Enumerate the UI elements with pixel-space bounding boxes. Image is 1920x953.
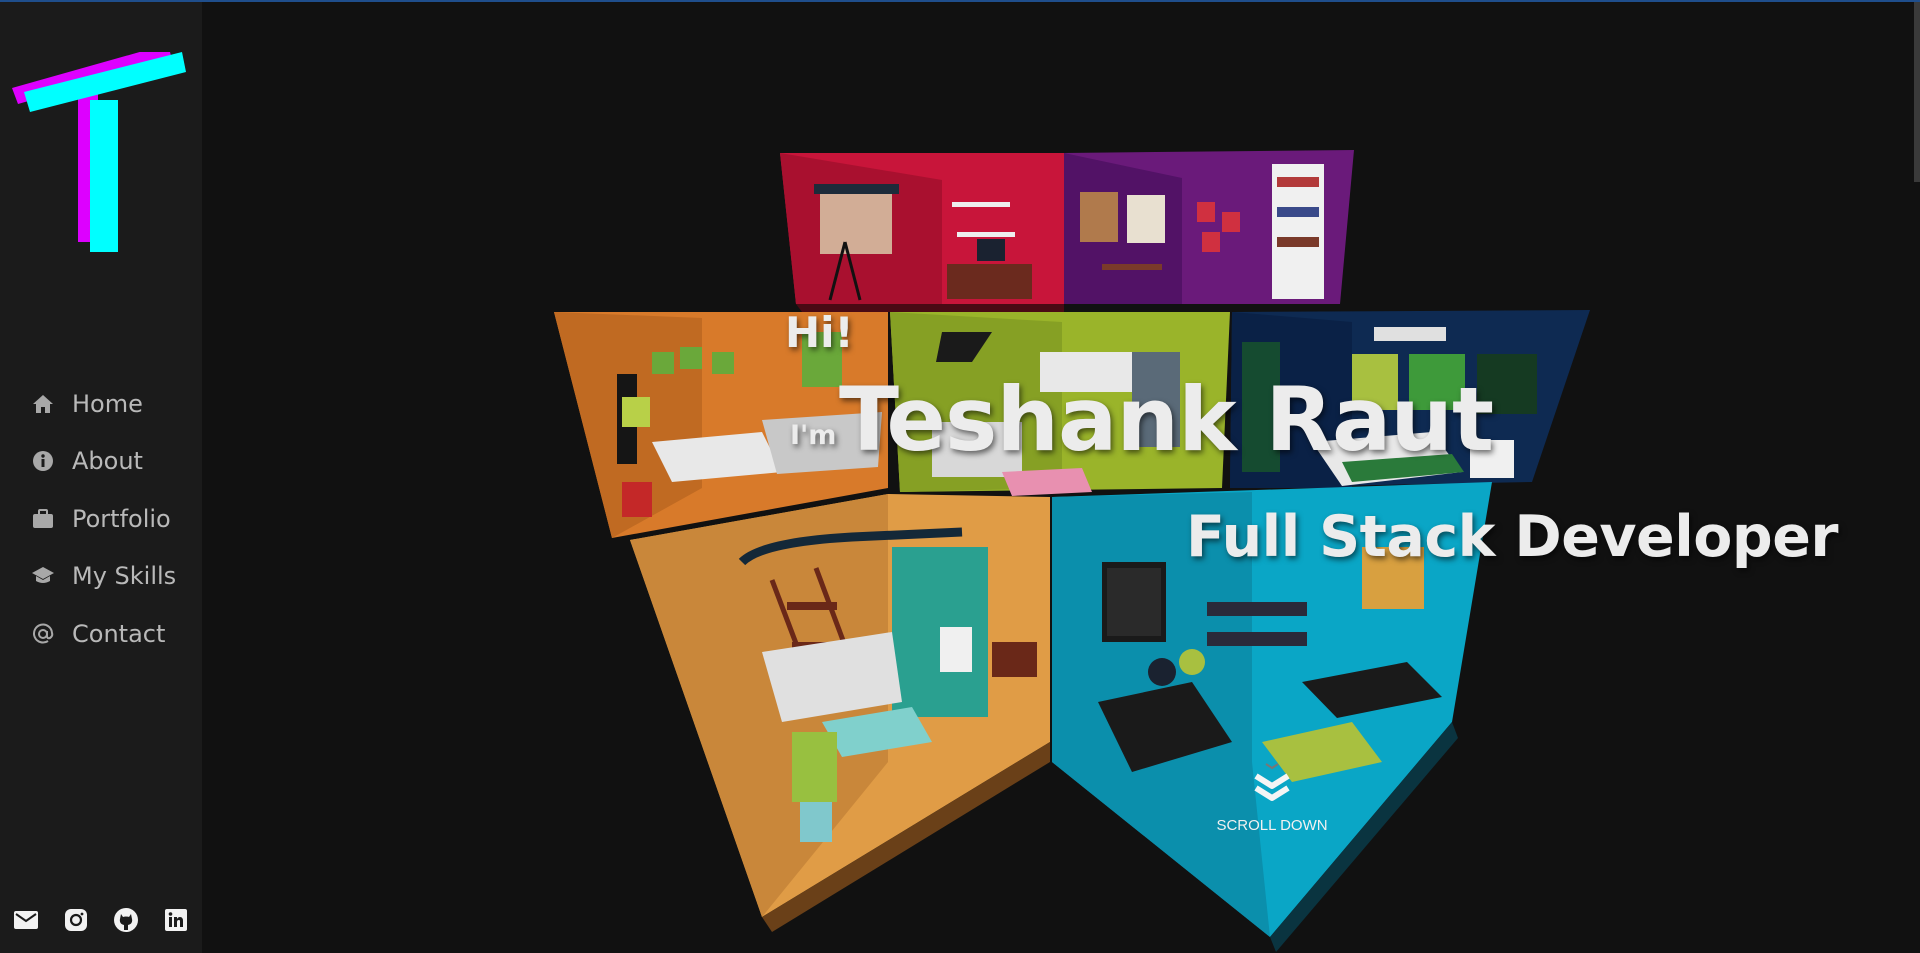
graduation-cap-icon [30,563,56,589]
nav-item-about[interactable]: About [30,433,176,491]
room-photo-studio [780,153,1064,312]
mail-icon[interactable] [12,906,40,934]
room-office [1064,150,1354,304]
briefcase-icon [30,506,56,532]
github-icon[interactable] [112,906,140,934]
isometric-house-illustration [554,150,1590,952]
room-bathroom [630,494,1050,932]
hero-intro: I'm [790,420,837,451]
info-icon [30,448,56,474]
hero-name: Teshank Raut [839,368,1494,471]
hero-greeting: Hi! [785,308,854,357]
main-nav: Home About Portfolio My Skills Contact [30,375,176,663]
logo[interactable] [10,52,190,257]
scroll-down-button[interactable]: SCROLL DOWN [1212,762,1332,834]
nav-label-skills: My Skills [72,562,177,591]
sidebar: Home About Portfolio My Skills Contact [0,2,202,953]
linkedin-icon[interactable] [162,906,190,934]
hero-role: Full Stack Developer [1186,504,1838,570]
instagram-icon[interactable] [62,906,90,934]
nav-item-contact[interactable]: Contact [30,605,176,663]
nav-item-home[interactable]: Home [30,375,176,433]
at-icon [30,621,56,647]
nav-item-portfolio[interactable]: Portfolio [30,490,176,548]
page-scrollbar[interactable] [1914,2,1920,182]
nav-label-portfolio: Portfolio [72,504,171,533]
hero-section: Hi! I'm Teshank Raut Full Stack Develope… [202,2,1920,953]
nav-label-contact: Contact [72,619,166,648]
double-chevron-down-icon [1254,763,1290,801]
nav-item-skills[interactable]: My Skills [30,548,176,606]
home-icon [30,391,56,417]
scroll-down-label: SCROLL DOWN [1216,817,1328,834]
social-links [12,906,190,934]
nav-label-home: Home [72,389,143,418]
nav-label-about: About [72,447,143,476]
